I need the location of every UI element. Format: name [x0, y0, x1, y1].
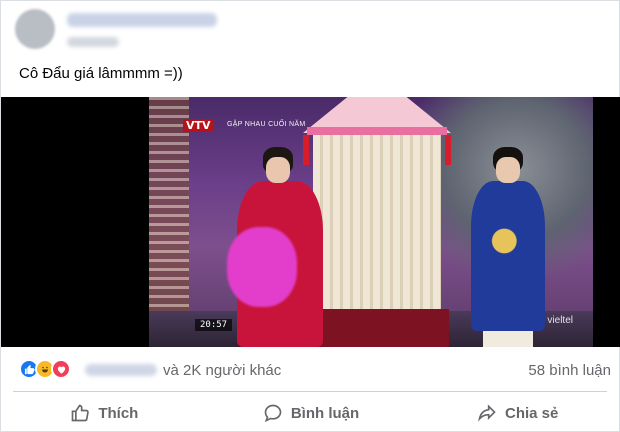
video-frame: VTV GẶP NHAU CUỐI NĂM 20:57 vieltel: [149, 97, 593, 347]
reactor-name-blurred[interactable]: [85, 364, 157, 376]
avatar[interactable]: [15, 9, 55, 49]
thumbs-up-icon: [71, 404, 90, 422]
watermark: vieltel: [547, 315, 573, 326]
reaction-summary[interactable]: và 2K người khác 58 bình luận: [1, 349, 620, 389]
divider: [13, 391, 607, 392]
love-icon: [51, 359, 71, 379]
facebook-post: Cô Đẩu giá lâmmmm =)) VTV GẶP NHAU CUỐI …: [0, 0, 620, 432]
comment-label: Bình luận: [290, 404, 360, 422]
performer-blue: [471, 147, 545, 347]
stage-lights: [149, 97, 189, 347]
channel-logo: VTV: [183, 119, 214, 132]
comment-count[interactable]: 58 bình luận: [528, 362, 611, 379]
share-label: Chia sẻ: [505, 404, 559, 422]
share-button[interactable]: Chia sẻ: [414, 393, 620, 432]
like-label: Thích: [98, 404, 139, 422]
author-name-blurred[interactable]: [67, 13, 217, 27]
show-title: GẶP NHAU CUỐI NĂM: [227, 121, 306, 128]
reaction-icons[interactable]: [19, 359, 79, 379]
post-time-blurred[interactable]: [67, 37, 119, 47]
comment-icon: [264, 404, 282, 423]
comment-button[interactable]: Bình luận: [208, 393, 415, 432]
video-player[interactable]: VTV GẶP NHAU CUỐI NĂM 20:57 vieltel: [1, 97, 620, 347]
like-button[interactable]: Thích: [1, 393, 208, 432]
action-bar: Thích Bình luận Chia sẻ: [1, 393, 620, 432]
share-icon: [478, 404, 496, 422]
reaction-others-text[interactable]: và 2K người khác: [163, 362, 281, 379]
red-platform: [305, 309, 449, 347]
post-caption: Cô Đẩu giá lâmmmm =)): [19, 65, 183, 82]
lace-curtain: [313, 135, 441, 311]
broadcast-clock: 20:57: [195, 319, 233, 331]
performer-red: [227, 147, 323, 347]
tassel-right: [445, 135, 451, 165]
canopy-rail: [307, 127, 447, 135]
